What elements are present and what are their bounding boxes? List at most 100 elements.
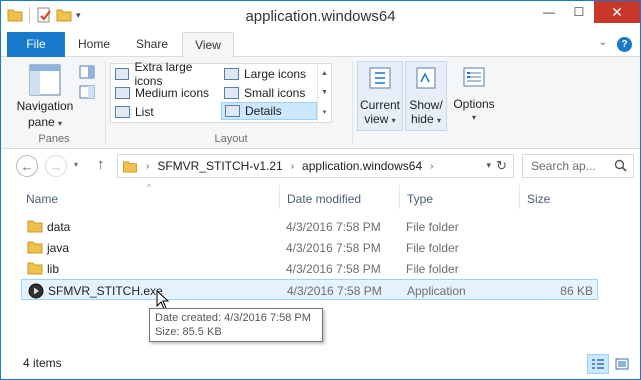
ribbon-panel: Navigation pane ▾ Panes Extra large icon… bbox=[1, 57, 640, 149]
column-name[interactable]: Name bbox=[26, 192, 58, 206]
details-pane-icon[interactable] bbox=[79, 85, 95, 99]
mouse-cursor-icon bbox=[156, 290, 170, 310]
column-headers: ^ Name Date modified Type Size bbox=[1, 183, 640, 211]
small-icons-icon bbox=[224, 87, 239, 99]
ribbon-controls: ⌄ ? bbox=[599, 37, 632, 52]
details-label: Details bbox=[245, 104, 282, 118]
navigation-pane-icon bbox=[29, 64, 61, 96]
options-button[interactable]: Options ▾ bbox=[451, 61, 497, 131]
extra-large-icons-icon bbox=[115, 68, 130, 80]
file-name: lib bbox=[47, 262, 60, 276]
scroll-up-icon[interactable]: ▲ bbox=[321, 70, 328, 77]
status-bar: 4 items bbox=[1, 351, 640, 379]
address-dropdown-icon[interactable]: ▾ bbox=[486, 160, 491, 171]
small-icons-label: Small icons bbox=[244, 86, 306, 100]
ribbon-divider bbox=[352, 61, 353, 145]
medium-icons-label: Medium icons bbox=[135, 86, 210, 100]
layout-details[interactable]: Details bbox=[221, 102, 317, 120]
file-date: 4/3/2016 7:58 PM bbox=[287, 284, 382, 298]
layout-extra-large-icons[interactable]: Extra large icons bbox=[112, 60, 220, 88]
application-icon bbox=[28, 283, 44, 299]
tiles-view-icon bbox=[615, 358, 629, 370]
list-view-icon bbox=[115, 106, 130, 118]
folder-icon bbox=[27, 241, 43, 254]
layout-list[interactable]: List bbox=[112, 103, 220, 121]
medium-icons-icon bbox=[115, 87, 130, 99]
current-view-label: Current bbox=[359, 98, 400, 112]
table-row[interactable]: SFMVR_STITCH.exe 4/3/2016 7:58 PM Applic… bbox=[21, 279, 598, 300]
address-bar[interactable]: › SFMVR_STITCH-v1.21 › application.windo… bbox=[117, 154, 514, 178]
options-label: Options bbox=[453, 97, 495, 111]
large-icons-view-button[interactable] bbox=[611, 354, 633, 374]
back-button[interactable]: ← bbox=[16, 155, 38, 177]
navigation-pane-button[interactable]: Navigation pane ▾ bbox=[13, 61, 77, 131]
current-view-icon bbox=[369, 67, 391, 89]
title-bar: ▾ application.windows64 — ☐ ✕ bbox=[1, 1, 640, 32]
details-view-icon bbox=[592, 359, 604, 369]
forward-button[interactable]: → bbox=[45, 155, 67, 177]
minimize-button[interactable]: — bbox=[534, 1, 564, 23]
tab-view[interactable]: View bbox=[182, 32, 234, 58]
options-icon bbox=[463, 67, 485, 87]
recent-locations-icon[interactable]: ▾ bbox=[74, 160, 78, 169]
details-view-icon bbox=[225, 105, 240, 117]
column-divider[interactable] bbox=[399, 185, 400, 209]
breadcrumb-item[interactable]: SFMVR_STITCH-v1.21 bbox=[157, 159, 282, 173]
file-name: data bbox=[47, 220, 71, 234]
help-icon[interactable]: ? bbox=[617, 37, 632, 52]
folder-icon bbox=[123, 160, 137, 173]
column-type[interactable]: Type bbox=[407, 192, 433, 206]
tab-share[interactable]: Share bbox=[125, 32, 179, 57]
preview-pane-icon[interactable] bbox=[79, 65, 95, 79]
search-input[interactable]: Search ap... bbox=[531, 159, 596, 173]
show-hide-icon bbox=[416, 67, 436, 89]
layout-small-icons[interactable]: Small icons bbox=[221, 84, 317, 102]
search-icon[interactable] bbox=[614, 159, 627, 172]
table-row[interactable]: java 4/3/2016 7:58 PM File folder bbox=[21, 237, 598, 258]
file-tooltip: Date created: 4/3/2016 7:58 PM Size: 85.… bbox=[149, 308, 323, 342]
show-hide-button[interactable]: Show/ hide ▾ bbox=[405, 61, 447, 131]
layout-gallery-scroll[interactable]: ▲ ▼ ▾ bbox=[317, 64, 331, 122]
column-size[interactable]: Size bbox=[527, 192, 550, 206]
show-hide-label-2: hide ▾ bbox=[410, 112, 442, 126]
list-label: List bbox=[135, 105, 154, 119]
column-divider[interactable] bbox=[279, 185, 280, 209]
explorer-window: ▾ application.windows64 — ☐ ✕ File Home … bbox=[0, 0, 641, 380]
ribbon-tab-bar: File Home Share View ⌄ ? bbox=[1, 32, 640, 58]
options-caret-icon: ▾ bbox=[471, 113, 476, 122]
current-view-button[interactable]: Current view ▾ bbox=[357, 61, 403, 131]
tab-file[interactable]: File bbox=[7, 32, 65, 57]
item-count: 4 items bbox=[23, 356, 62, 370]
breadcrumb-separator-icon[interactable]: › bbox=[146, 161, 149, 172]
layout-gallery: Extra large icons Large icons Medium ico… bbox=[110, 60, 332, 123]
file-name: SFMVR_STITCH.exe bbox=[48, 284, 163, 298]
file-type: File folder bbox=[406, 241, 459, 255]
breadcrumb-separator-icon[interactable]: › bbox=[291, 161, 294, 172]
tooltip-size: Size: 85.5 KB bbox=[155, 326, 222, 338]
back-arrow-icon: ← bbox=[20, 158, 34, 174]
scroll-down-icon[interactable]: ▼ bbox=[321, 89, 328, 96]
refresh-icon[interactable]: ↻ bbox=[496, 158, 507, 174]
maximize-button[interactable]: ☐ bbox=[564, 1, 594, 23]
up-arrow-icon[interactable]: ↑ bbox=[97, 156, 105, 173]
search-box[interactable]: Search ap... bbox=[522, 154, 634, 178]
close-button[interactable]: ✕ bbox=[594, 1, 640, 23]
tooltip-date-created: Date created: 4/3/2016 7:58 PM bbox=[155, 312, 311, 324]
breadcrumb-item[interactable]: application.windows64 bbox=[302, 159, 422, 173]
table-row[interactable]: data 4/3/2016 7:58 PM File folder bbox=[21, 216, 598, 237]
sort-ascending-icon: ^ bbox=[147, 183, 151, 192]
layout-medium-icons[interactable]: Medium icons bbox=[112, 84, 220, 102]
column-divider[interactable] bbox=[519, 185, 520, 209]
file-date: 4/3/2016 7:58 PM bbox=[286, 220, 381, 234]
layout-large-icons[interactable]: Large icons bbox=[221, 65, 317, 83]
tab-home[interactable]: Home bbox=[67, 32, 121, 57]
large-icons-icon bbox=[224, 68, 239, 80]
gallery-expand-icon[interactable]: ▾ bbox=[323, 108, 327, 116]
ribbon-divider bbox=[105, 61, 106, 145]
expand-ribbon-icon[interactable]: ⌄ bbox=[599, 37, 607, 52]
breadcrumb-separator-icon[interactable]: › bbox=[430, 161, 433, 172]
column-date-modified[interactable]: Date modified bbox=[287, 192, 361, 206]
table-row[interactable]: lib 4/3/2016 7:58 PM File folder bbox=[21, 258, 598, 279]
window-controls: — ☐ ✕ bbox=[534, 1, 640, 23]
details-view-button[interactable] bbox=[587, 354, 609, 374]
